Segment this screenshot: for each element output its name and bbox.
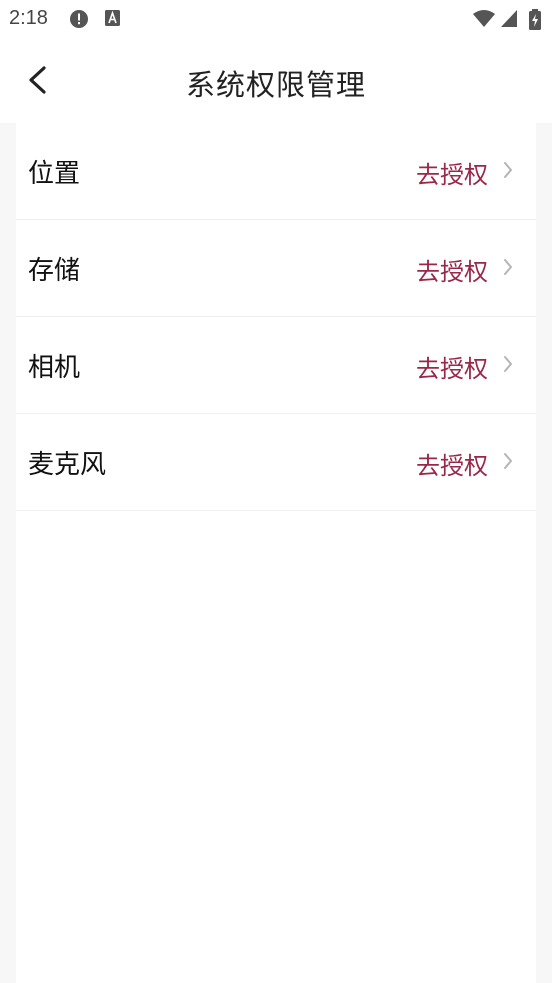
permission-label: 存储 [28,256,81,286]
app-header: 系统权限管理 [0,38,552,123]
chevron-right-icon [504,356,512,372]
chevron-right-icon [504,162,512,178]
text-a-icon [104,9,124,29]
page-title: 系统权限管理 [185,68,366,102]
permissions-list: 位置 去授权 存储 去授权 相机 去授权 麦克风 去授权 [16,123,536,983]
permission-row-camera[interactable]: 相机 去授权 [16,317,536,414]
signal-icon [500,9,520,29]
permission-row-storage[interactable]: 存储 去授权 [16,220,536,317]
authorize-link[interactable]: 去授权 [416,446,488,481]
chevron-right-icon [504,453,512,469]
permission-row-location[interactable]: 位置 去授权 [16,123,536,220]
permission-row-microphone[interactable]: 麦克风 去授权 [16,414,536,511]
authorize-link[interactable]: 去授权 [416,252,488,287]
authorize-link[interactable]: 去授权 [416,155,488,190]
permission-label: 麦克风 [28,450,107,480]
permission-label: 相机 [28,353,81,383]
wifi-icon [472,9,496,29]
permission-label: 位置 [28,159,81,189]
status-bar: 2:18 [0,0,552,38]
status-time: 2:18 [9,7,48,29]
chevron-right-icon [504,259,512,275]
battery-charging-icon [528,9,542,30]
authorize-link[interactable]: 去授权 [416,349,488,384]
alert-circle-icon [69,9,89,29]
